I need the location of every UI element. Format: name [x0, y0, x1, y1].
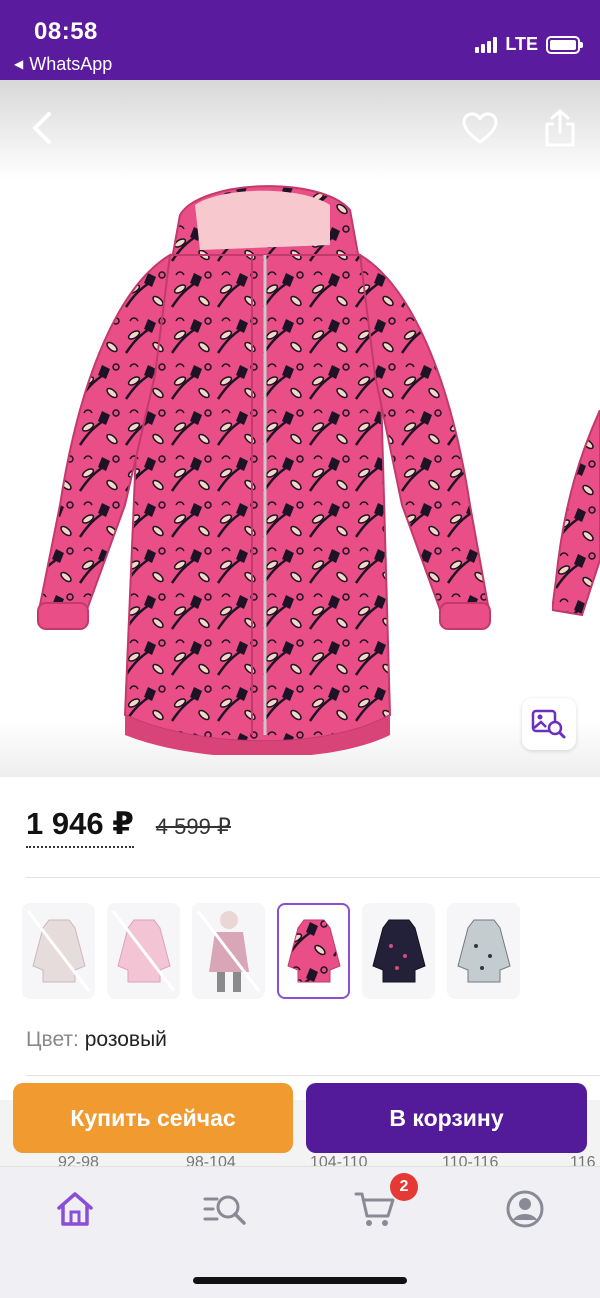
- tab-catalog[interactable]: [203, 1187, 247, 1231]
- color-row: Цвет: розовый: [26, 1028, 167, 1052]
- catalog-search-icon: [203, 1195, 246, 1225]
- share-icon: [545, 109, 575, 147]
- status-indicators: LTE: [475, 34, 583, 55]
- chevron-left-icon: [33, 112, 51, 144]
- cart-icon: [354, 1192, 395, 1226]
- divider: [26, 1075, 600, 1076]
- home-icon: [57, 1192, 93, 1226]
- product-image[interactable]: [30, 175, 500, 755]
- color-variant-pink-model[interactable]: [192, 903, 265, 999]
- color-variant-list: [22, 903, 520, 999]
- back-button[interactable]: [22, 108, 62, 148]
- favorite-button[interactable]: [460, 108, 500, 148]
- back-app-label: WhatsApp: [29, 54, 113, 74]
- color-value: розовый: [84, 1028, 167, 1051]
- price-row: 1 946 ₽ 4 599 ₽: [26, 806, 231, 848]
- unavailable-strike: [196, 910, 261, 992]
- jacket-thumbnail: [371, 919, 426, 983]
- buy-now-button[interactable]: Купить сейчас: [13, 1083, 293, 1153]
- image-search-button[interactable]: [522, 698, 576, 750]
- color-variant-navy-floral[interactable]: [362, 903, 435, 999]
- home-indicator[interactable]: [193, 1277, 407, 1284]
- battery-icon: [546, 35, 583, 54]
- color-variant-light-floral[interactable]: [22, 903, 95, 999]
- status-time: 08:58: [34, 18, 98, 45]
- tab-cart[interactable]: [353, 1187, 397, 1231]
- tab-profile[interactable]: [503, 1187, 547, 1231]
- unavailable-strike: [111, 910, 176, 992]
- next-image-preview: [552, 410, 600, 617]
- color-label: Цвет:: [26, 1028, 79, 1051]
- current-price[interactable]: 1 946 ₽: [26, 806, 134, 848]
- old-price: 4 599 ₽: [155, 814, 231, 839]
- network-type: LTE: [505, 34, 538, 54]
- back-triangle-icon: ◀: [14, 57, 24, 71]
- profile-icon: [506, 1190, 544, 1228]
- color-variant-grey-floral[interactable]: [447, 903, 520, 999]
- status-bar: 08:58 ◀ WhatsApp LTE: [0, 0, 600, 80]
- tab-home[interactable]: [53, 1187, 97, 1231]
- back-to-app-link[interactable]: ◀ WhatsApp: [14, 54, 112, 75]
- unavailable-strike: [26, 910, 91, 992]
- share-button[interactable]: [540, 108, 580, 148]
- signal-icon: [475, 36, 498, 53]
- divider: [26, 877, 600, 878]
- image-search-icon: [531, 709, 566, 739]
- cart-badge: 2: [390, 1173, 418, 1201]
- heart-outline-icon: [462, 112, 498, 144]
- jacket-thumbnail: [286, 919, 341, 983]
- jacket-thumbnail: [456, 919, 511, 983]
- color-variant-pink-floral[interactable]: [277, 903, 350, 999]
- bottom-tab-bar: 2: [0, 1166, 600, 1298]
- color-variant-pink-pale[interactable]: [107, 903, 180, 999]
- product-gallery[interactable]: [0, 80, 600, 777]
- add-to-cart-button[interactable]: В корзину: [306, 1083, 587, 1153]
